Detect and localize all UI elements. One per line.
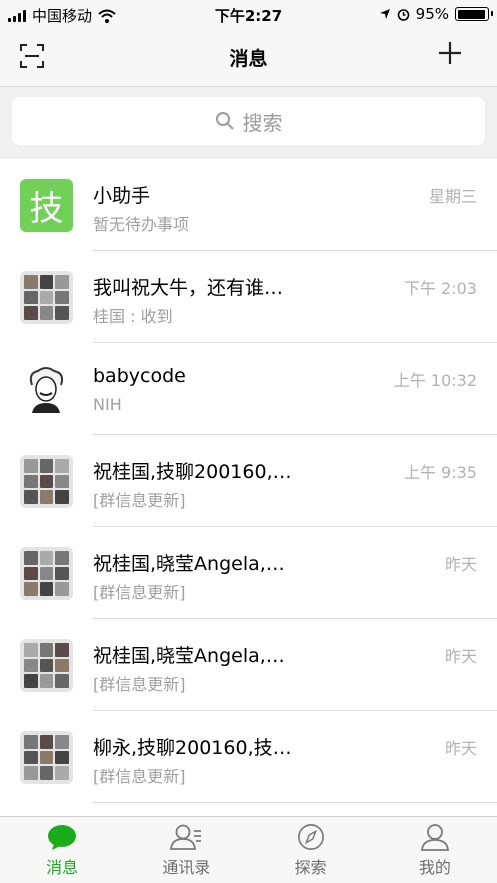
tab-discover[interactable]: 探索 (249, 817, 373, 883)
chat-preview: [群信息更新] (93, 767, 186, 786)
chat-title: 祝桂国,晓莹Angela,… (93, 553, 285, 575)
tab-contacts[interactable]: 通讯录 (124, 817, 248, 883)
tab-messages[interactable]: 消息 (0, 817, 124, 883)
chat-time: 下午 2:03 (403, 279, 477, 298)
chat-preview: [群信息更新] (93, 675, 186, 694)
battery-icon (455, 7, 493, 21)
chat-time: 昨天 (444, 647, 477, 666)
chat-preview: [群信息更新] (93, 583, 186, 602)
group-avatar (20, 455, 73, 508)
group-avatar (20, 639, 73, 692)
avatar (20, 363, 73, 416)
chat-title: 祝桂国,技聊200160,… (93, 461, 292, 483)
chat-row[interactable]: 柳永,技聊200160,技… [群信息更新] 昨天 (0, 711, 497, 803)
alarm-icon (397, 8, 409, 21)
group-avatar (20, 547, 73, 600)
tab-label: 通讯录 (162, 858, 211, 877)
chat-title: babycode (93, 365, 186, 387)
tab-label: 消息 (46, 858, 79, 877)
group-avatar (20, 731, 73, 784)
tab-label: 探索 (294, 858, 327, 877)
chat-preview: 暂无待办事项 (93, 215, 190, 234)
chat-row[interactable]: 技小助手暂无待办事项 星期三 (0, 159, 497, 251)
tab-me[interactable]: 我的 (373, 817, 497, 883)
chat-time: 上午 10:32 (393, 371, 477, 390)
assistant-avatar: 技 (20, 179, 73, 232)
chat-preview: 桂国 : 收到 (93, 307, 173, 326)
chat-list: 技小助手暂无待办事项 星期三我叫祝大牛，还有谁… 桂国 : 收到 下午 2:03 bab… (0, 159, 497, 803)
chat-time: 上午 9:35 (403, 463, 477, 482)
search-input[interactable]: 搜索 (12, 97, 485, 145)
tab-bar: 消息 通讯录 探索 我的 (0, 816, 497, 883)
chat-time: 昨天 (444, 555, 477, 574)
search-area: 搜索 (0, 87, 497, 159)
status-right: 95% (379, 5, 493, 23)
person-portrait-icon (20, 363, 73, 416)
chat-title: 我叫祝大牛，还有谁… (93, 277, 284, 299)
chat-time: 星期三 (428, 187, 477, 206)
chat-row[interactable]: 祝桂国,晓莹Angela,… [群信息更新] 昨天 (0, 527, 497, 619)
chat-bubble-icon (48, 825, 77, 850)
add-icon[interactable] (437, 40, 463, 66)
status-bar: 中国移动 下午2:27 95% (0, 0, 497, 30)
chat-time: 昨天 (444, 739, 477, 758)
chat-preview: NIH (93, 395, 122, 414)
chat-row[interactable]: 我叫祝大牛，还有谁… 桂国 : 收到 下午 2:03 (0, 251, 497, 343)
chat-title: 小助手 (93, 185, 151, 207)
contacts-icon (170, 824, 202, 850)
compass-icon (297, 824, 324, 850)
battery-percent: 95% (415, 5, 449, 23)
chat-title: 祝桂国,晓莹Angela,… (93, 645, 285, 667)
search-placeholder: 搜索 (242, 110, 283, 135)
group-avatar (20, 271, 73, 324)
tab-label: 我的 (418, 858, 451, 877)
search-icon (215, 112, 234, 130)
page-title: 消息 (229, 48, 268, 70)
chat-preview: [群信息更新] (93, 491, 186, 510)
chat-row[interactable]: 祝桂国,晓莹Angela,… [群信息更新] 昨天 (0, 619, 497, 711)
person-icon (420, 824, 449, 851)
navigation-bar: 消息 (0, 30, 497, 87)
chat-row[interactable]: babycode NIH 上午 10:32 (0, 343, 497, 435)
chat-title: 柳永,技聊200160,技… (93, 737, 292, 759)
chat-row[interactable]: 祝桂国,技聊200160,… [群信息更新] 上午 9:35 (0, 435, 497, 527)
location-arrow-icon (379, 9, 390, 19)
